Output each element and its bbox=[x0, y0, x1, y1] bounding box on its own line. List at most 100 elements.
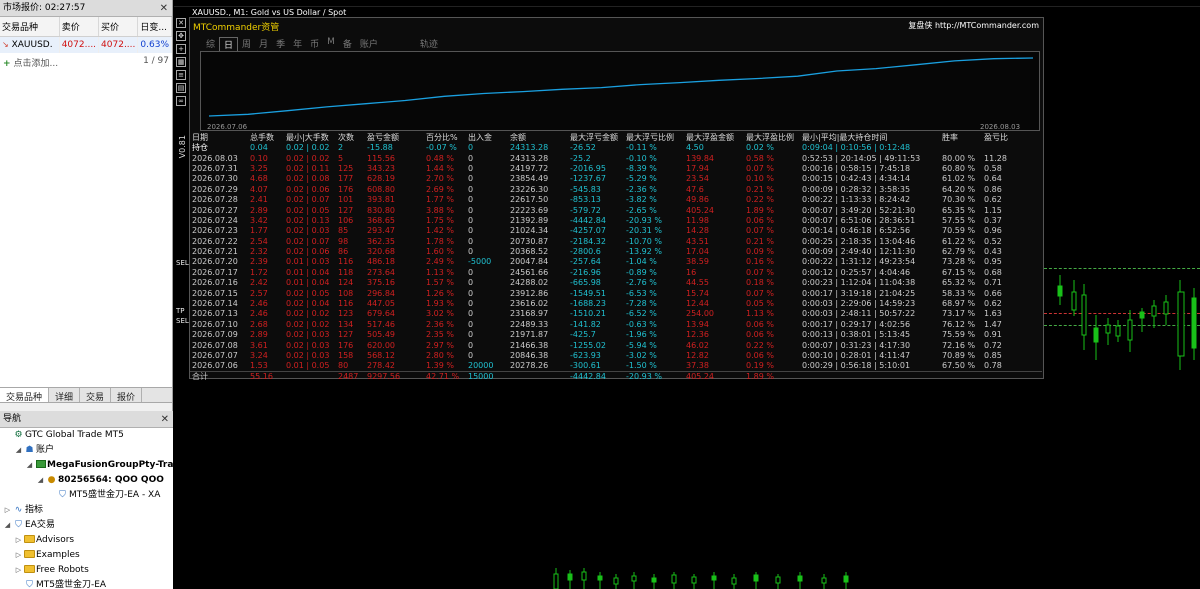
calendar-icon[interactable]: ▤ bbox=[176, 83, 186, 93]
stats-column-header[interactable]: 出入金 bbox=[466, 132, 508, 143]
stats-column-header[interactable]: 胜率 bbox=[940, 132, 982, 143]
stats-column-header[interactable]: 百分比% bbox=[424, 132, 466, 143]
column-header-symbol[interactable]: 交易品种 bbox=[0, 17, 60, 37]
table-row[interactable]: 2026.07.17 1.72 0.01 | 0.04 118 273.64 1.13 %… bbox=[190, 268, 1042, 278]
table-cell: -853.13 bbox=[570, 195, 601, 205]
tab-ticks[interactable]: 报价 bbox=[111, 388, 143, 403]
table-cell: 254.00 bbox=[686, 309, 714, 319]
mtc-tab[interactable]: 轨迹 bbox=[416, 37, 442, 52]
stats-column-header[interactable]: 最小|平均|最大持仓时间 bbox=[800, 132, 940, 143]
column-header-bid[interactable]: 卖价 bbox=[59, 17, 100, 37]
stats-column-header[interactable]: 最大浮盈金额 bbox=[684, 132, 744, 143]
tree-expander-icon[interactable]: ▷ bbox=[14, 533, 23, 548]
mtc-tab[interactable]: 周 bbox=[238, 37, 255, 52]
table-cell: 1.39 % bbox=[426, 361, 454, 371]
stats-column-header[interactable]: 总手数 bbox=[248, 132, 284, 143]
tree-expander-icon[interactable]: ◢ bbox=[3, 518, 12, 533]
table-row[interactable]: 2026.07.22 2.54 0.02 | 0.07 98 362.35 1.78 % 0… bbox=[190, 237, 1042, 247]
table-row[interactable]: 2026.07.28 2.41 0.02 | 0.07 101 393.81 1.77 %… bbox=[190, 195, 1042, 205]
table-row[interactable]: 2026.07.24 3.42 0.02 | 0.13 106 368.65 1.75 %… bbox=[190, 216, 1042, 226]
table-row[interactable]: 2026.07.20 2.39 0.01 | 0.03 116 486.18 2.49 %… bbox=[190, 257, 1042, 267]
navigator-item[interactable]: ⛉ MT5盛世金刀-EA - XA bbox=[0, 488, 173, 503]
column-header-change[interactable]: 日变... bbox=[137, 17, 172, 37]
mtc-header: MTCommander资管 复盘侠 http://MTCommander.com bbox=[190, 18, 1043, 35]
table-cell: 15000 bbox=[466, 371, 508, 383]
navigator-item[interactable]: ⚙ GTC Global Trade MT5 bbox=[0, 428, 173, 443]
mtc-tab[interactable]: 综 bbox=[202, 37, 219, 52]
navigator-item[interactable]: ▷ Free Robots bbox=[0, 563, 173, 578]
table-cell: 1.47 bbox=[984, 319, 1002, 329]
tab-details[interactable]: 详细 bbox=[49, 388, 81, 403]
table-row[interactable]: 2026.07.16 2.42 0.01 | 0.04 124 375.16 1.57 %… bbox=[190, 278, 1042, 288]
list-icon[interactable]: ≡ bbox=[176, 70, 186, 80]
sell-tag: SEL bbox=[176, 317, 189, 325]
stats-column-header[interactable]: 日期 bbox=[190, 132, 248, 143]
stats-column-header[interactable]: 次数 bbox=[336, 132, 365, 143]
navigator-item[interactable]: ◢ ⛉ EA交易 bbox=[0, 518, 173, 533]
mtc-tab[interactable]: M bbox=[323, 37, 339, 52]
table-cell: 47.6 bbox=[686, 184, 704, 194]
grid-icon[interactable]: ▦ bbox=[176, 57, 186, 67]
navigator-item[interactable]: ◢ MegaFusionGroupPty-Trad bbox=[0, 458, 180, 473]
tab-symbols[interactable]: 交易品种 bbox=[0, 388, 50, 403]
tree-expander-icon[interactable]: ▷ bbox=[14, 563, 23, 578]
navigator-item[interactable]: ▷ Examples bbox=[0, 548, 173, 563]
mtc-tab[interactable]: 季 bbox=[272, 37, 289, 52]
symbol-row[interactable]: ↘ XAUUSD. 4072.... 4072.... 0.63% bbox=[0, 36, 172, 53]
stats-column-header[interactable]: 盈亏金额 bbox=[365, 132, 424, 143]
tree-expander-icon[interactable]: ◢ bbox=[14, 443, 23, 458]
navigator-item[interactable]: ▷ ∿ 指标 bbox=[0, 503, 173, 518]
crosshair-icon[interactable]: + bbox=[176, 44, 186, 54]
table-row[interactable]: 2026.08.03 0.10 0.02 | 0.02 5 115.56 0.48 % 0 2… bbox=[190, 153, 1042, 163]
close-icon[interactable]: ✕ bbox=[160, 0, 168, 17]
navigator-item[interactable]: ◢ ● 80256564: QOO QOO bbox=[0, 473, 173, 488]
mtc-tab[interactable]: 日 bbox=[219, 37, 239, 52]
table-row[interactable]: 2026.07.15 2.57 0.02 | 0.05 108 296.84 1.26 %… bbox=[190, 288, 1042, 298]
stats-column-header[interactable]: 盈亏比 bbox=[982, 132, 1042, 143]
stats-column-header[interactable]: 余额 bbox=[508, 132, 568, 143]
table-row[interactable]: 2026.07.27 2.89 0.02 | 0.05 127 830.80 3.88 %… bbox=[190, 205, 1042, 215]
table-row[interactable]: 2026.07.23 1.77 0.02 | 0.03 85 293.47 1.42 % 0… bbox=[190, 226, 1042, 236]
mtc-tab[interactable]: 币 bbox=[306, 37, 323, 52]
move-icon[interactable]: ✥ bbox=[176, 31, 186, 41]
total-row[interactable]: 合计 55.16 2487 9297.56 42.71 % 15000 -4442.84 -2… bbox=[190, 371, 1042, 383]
table-row[interactable]: 2026.07.31 3.25 0.02 | 0.11 125 343.23 1.44 %… bbox=[190, 164, 1042, 174]
table-row[interactable]: 2026.07.21 2.32 0.02 | 0.06 86 320.68 1.60 % 0… bbox=[190, 247, 1042, 257]
column-header-ask[interactable]: 买价 bbox=[98, 17, 139, 37]
tree-expander-icon[interactable]: ▷ bbox=[3, 503, 12, 518]
table-row[interactable]: 2026.07.30 4.68 0.02 | 0.08 177 628.19 2.70 %… bbox=[190, 174, 1042, 184]
add-symbol-label: 点击添加... bbox=[13, 59, 59, 69]
table-cell: 0.22 % bbox=[746, 340, 774, 350]
table-row[interactable]: 2026.07.14 2.46 0.02 | 0.04 116 447.05 1.93 %… bbox=[190, 299, 1042, 309]
stats-column-header[interactable]: 最大浮盈比例 bbox=[744, 132, 800, 143]
symbol-cell[interactable]: ↘ XAUUSD. bbox=[0, 36, 60, 53]
tree-expander-icon[interactable]: ◢ bbox=[36, 473, 45, 488]
navigator-item[interactable]: ◢ ☗ 账户 bbox=[0, 443, 173, 458]
stats-column-header[interactable]: 最大浮亏比例 bbox=[624, 132, 684, 143]
holding-row[interactable]: 持仓 0.04 0.02 | 0.02 2 -15.88 -0.07 % 0 24313.28… bbox=[190, 143, 1042, 153]
table-cell: -1688.23 bbox=[570, 299, 606, 309]
navigator-item[interactable]: ⛉ MT5盛世金刀-EA bbox=[0, 578, 173, 589]
table-row[interactable]: 2026.07.06 1.53 0.01 | 0.05 80 278.42 1.39 % 2… bbox=[190, 361, 1042, 372]
tab-trading[interactable]: 交易 bbox=[80, 388, 112, 403]
mtc-tab[interactable]: 月 bbox=[255, 37, 272, 52]
table-row[interactable]: 2026.07.10 2.68 0.02 | 0.02 134 517.46 2.36 %… bbox=[190, 320, 1042, 330]
mtc-site-link[interactable]: 复盘侠 http://MTCommander.com bbox=[908, 20, 1039, 31]
mtc-tab[interactable]: 年 bbox=[289, 37, 306, 52]
table-row[interactable]: 2026.07.13 2.46 0.02 | 0.02 123 679.64 3.02 %… bbox=[190, 309, 1042, 319]
navigator-item[interactable]: ▷ Advisors bbox=[0, 533, 173, 548]
stats-column-header[interactable]: 最大浮亏金额 bbox=[568, 132, 624, 143]
close-icon[interactable]: ✕ bbox=[176, 18, 186, 28]
add-symbol-row[interactable]: + 点击添加... 1 / 97 bbox=[0, 53, 172, 72]
link-icon[interactable]: ∞ bbox=[176, 96, 186, 106]
stats-column-header[interactable]: 最小|大手数 bbox=[284, 132, 336, 143]
table-row[interactable]: 2026.07.08 3.61 0.02 | 0.03 176 620.00 2.97 %… bbox=[190, 340, 1042, 350]
tree-expander-icon[interactable]: ◢ bbox=[25, 458, 34, 473]
table-row[interactable]: 2026.07.29 4.07 0.02 | 0.06 176 608.80 2.69 %… bbox=[190, 185, 1042, 195]
mtc-tab[interactable]: 账户 bbox=[356, 37, 382, 52]
tree-expander-icon[interactable]: ▷ bbox=[14, 548, 23, 563]
mtc-tab[interactable]: 备 bbox=[339, 37, 356, 52]
close-icon[interactable]: ✕ bbox=[161, 411, 169, 428]
table-row[interactable]: 2026.07.07 3.24 0.02 | 0.03 158 568.12 2.80 %… bbox=[190, 351, 1042, 361]
table-row[interactable]: 2026.07.09 2.89 0.02 | 0.03 127 505.49 2.35 %… bbox=[190, 330, 1042, 340]
